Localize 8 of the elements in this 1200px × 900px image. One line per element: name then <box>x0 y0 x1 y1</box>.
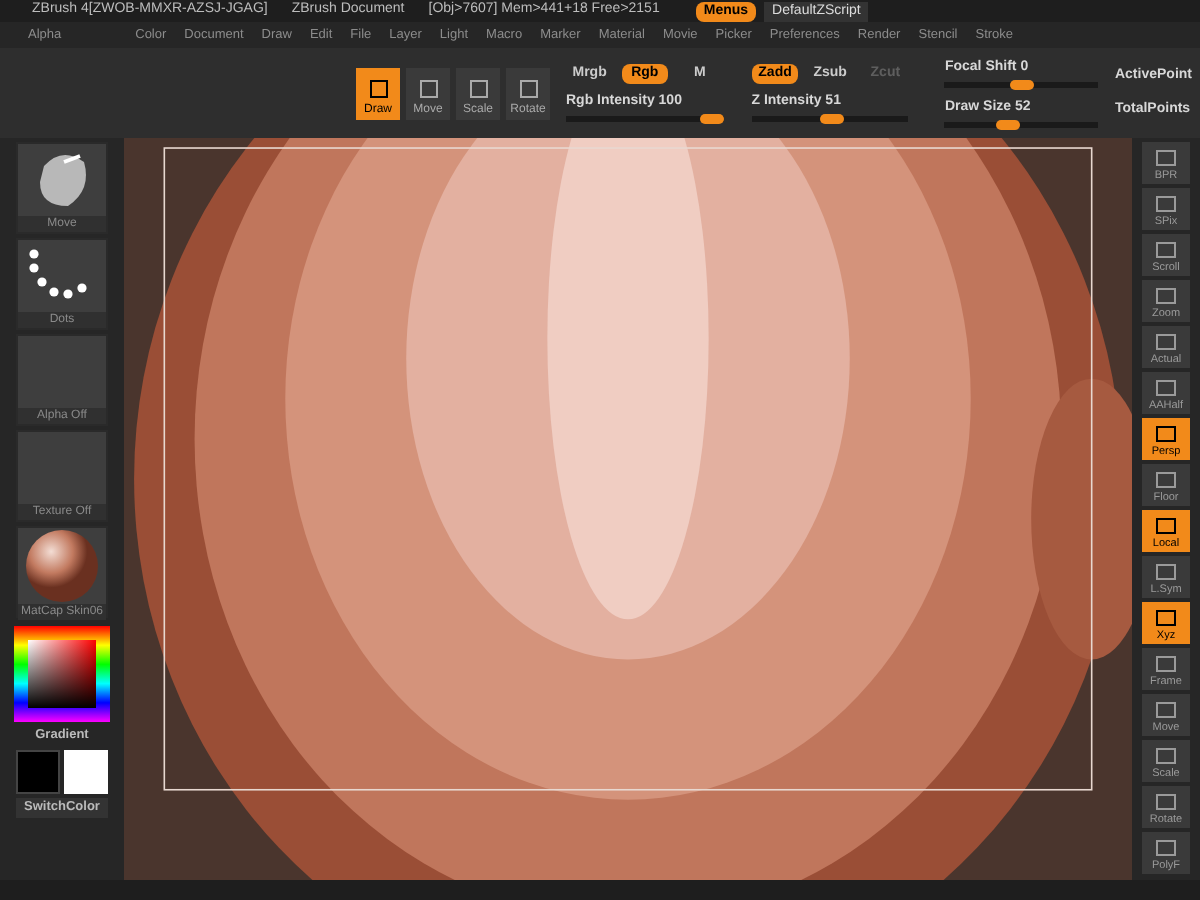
slider-thumb[interactable] <box>819 114 844 124</box>
secondary-color-swatch[interactable] <box>64 749 108 794</box>
material-sphere-icon <box>24 528 100 604</box>
color-picker[interactable] <box>14 626 110 722</box>
slider-thumb[interactable] <box>996 120 1021 130</box>
slider-thumb[interactable] <box>699 114 724 124</box>
primary-color-swatch[interactable] <box>16 749 60 794</box>
slider-thumb[interactable] <box>1009 80 1034 90</box>
